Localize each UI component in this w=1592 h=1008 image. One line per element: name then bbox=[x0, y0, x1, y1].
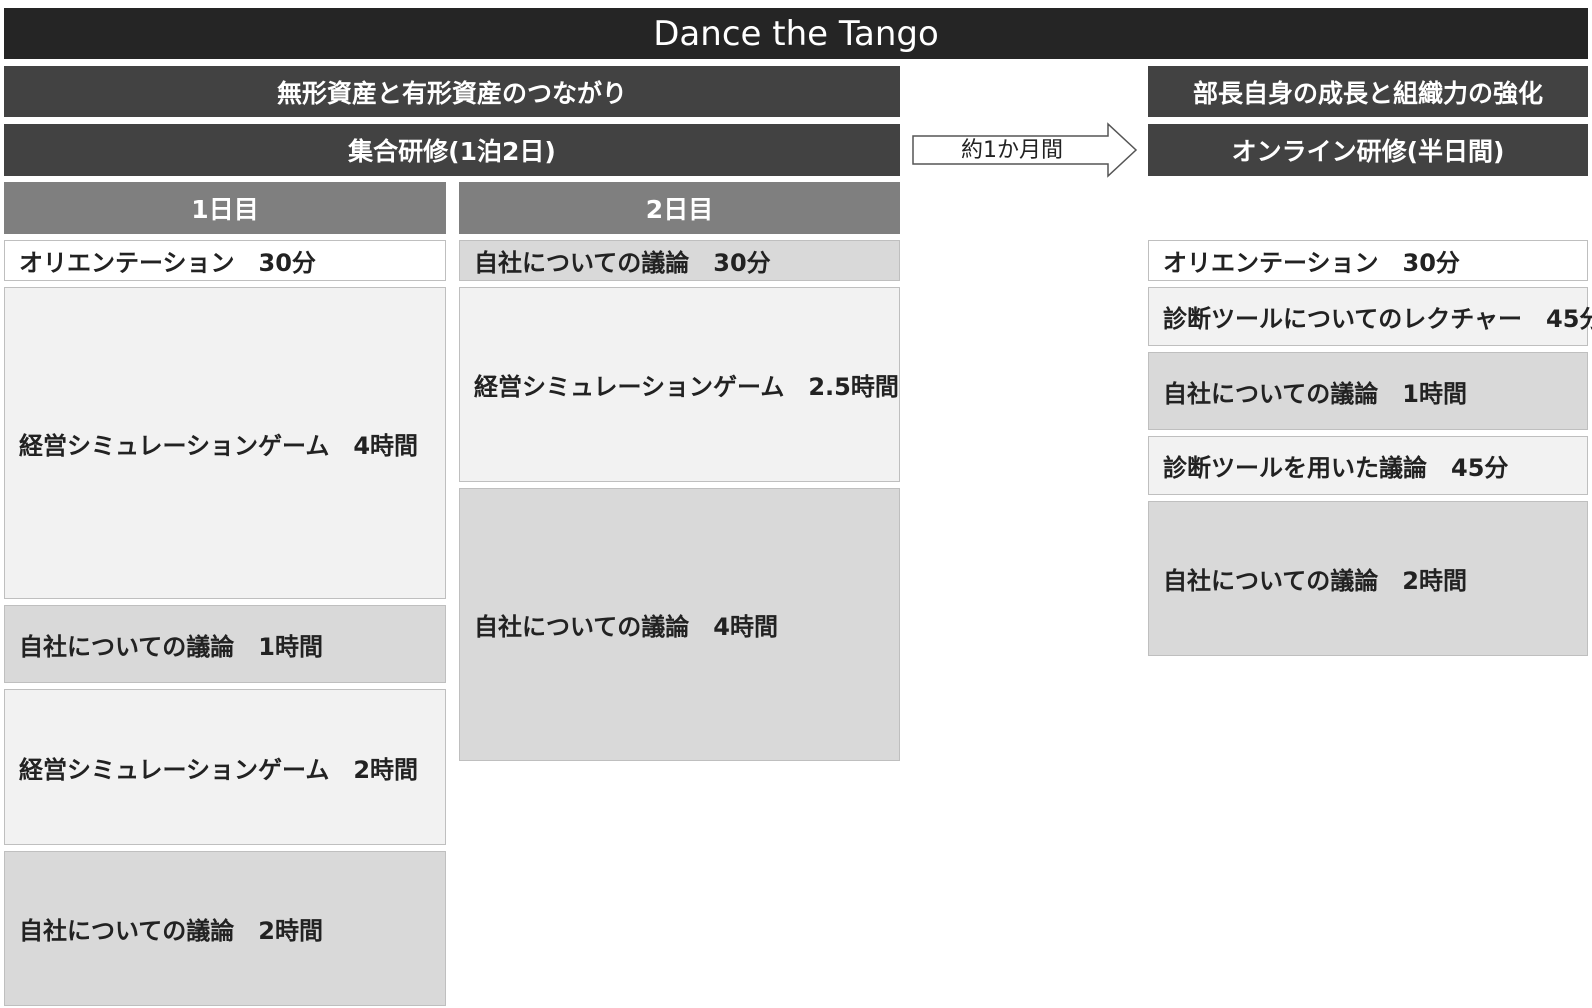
arrow-label: 約1か月間 bbox=[961, 138, 1063, 163]
online-item: 自社についての議論 2時間 bbox=[1148, 501, 1588, 656]
right-section-subheader: オンライン研修(半日間) bbox=[1148, 124, 1588, 176]
day1-header: 1日目 bbox=[4, 182, 446, 234]
period-arrow: 約1か月間 bbox=[912, 122, 1138, 178]
day2-item: 経営シミュレーションゲーム 2.5時間 bbox=[459, 287, 900, 482]
day1-item: 自社についての議論 1時間 bbox=[4, 605, 446, 683]
day2-item: 自社についての議論 4時間 bbox=[459, 488, 900, 761]
online-item: 診断ツールを用いた議論 45分 bbox=[1148, 436, 1588, 495]
page-title: Dance the Tango bbox=[4, 8, 1588, 59]
left-section-subheader: 集合研修(1泊2日) bbox=[4, 124, 900, 176]
day1-item: 自社についての議論 2時間 bbox=[4, 851, 446, 1006]
day1-item: 経営シミュレーションゲーム 4時間 bbox=[4, 287, 446, 599]
day2-header: 2日目 bbox=[459, 182, 900, 234]
right-section-header: 部長自身の成長と組織力の強化 bbox=[1148, 66, 1588, 117]
left-section-header: 無形資産と有形資産のつながり bbox=[4, 66, 900, 117]
online-item: 診断ツールについてのレクチャー 45分 bbox=[1148, 287, 1592, 346]
day1-item: 経営シミュレーションゲーム 2時間 bbox=[4, 689, 446, 845]
online-item: オリエンテーション 30分 bbox=[1148, 240, 1588, 281]
day1-item: オリエンテーション 30分 bbox=[4, 240, 446, 281]
day2-item: 自社についての議論 30分 bbox=[459, 240, 900, 281]
online-item: 自社についての議論 1時間 bbox=[1148, 352, 1588, 430]
